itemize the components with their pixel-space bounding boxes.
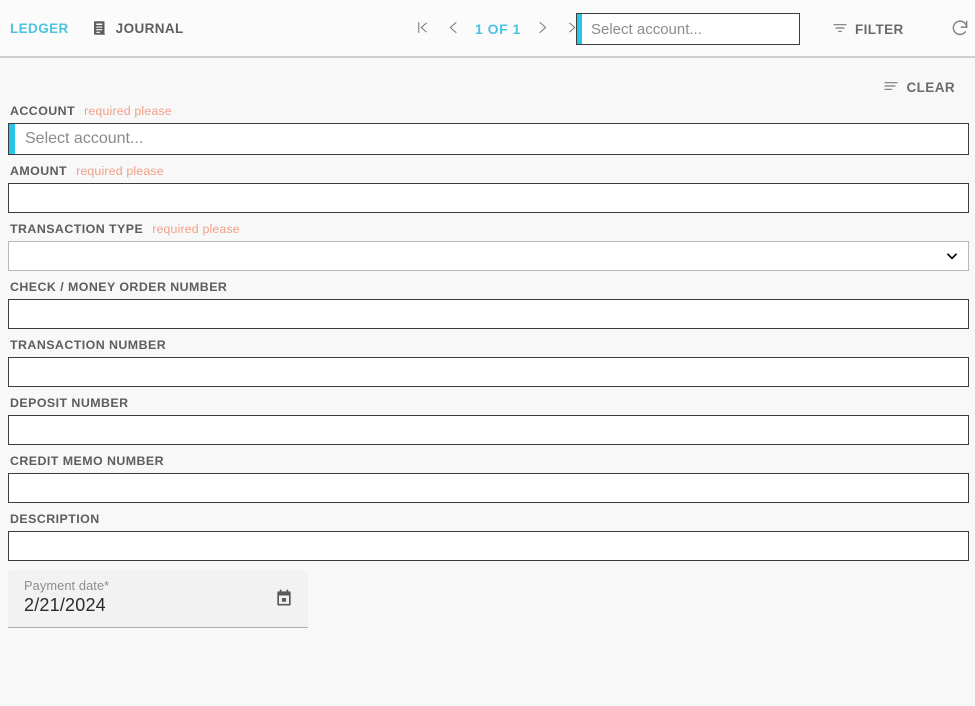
field-transaction-type: TRANSACTION TYPE required please <box>8 222 969 271</box>
header-controls: FILTER <box>576 0 975 58</box>
field-transaction-number: TRANSACTION NUMBER <box>8 338 969 387</box>
transaction-form: ACCOUNT required please AMOUNT required … <box>0 101 975 628</box>
field-amount: AMOUNT required please <box>8 164 969 213</box>
field-check-money-order-number-label-row: CHECK / MONEY ORDER NUMBER <box>8 280 969 294</box>
transaction-number-input[interactable] <box>8 357 969 387</box>
deposit-number-input[interactable] <box>8 415 969 445</box>
transaction-type-select-wrap <box>8 241 969 271</box>
field-deposit-number-label: DEPOSIT NUMBER <box>10 396 129 410</box>
amount-input[interactable] <box>8 183 969 213</box>
header-account-select[interactable] <box>576 13 800 45</box>
tab-journal-label: JOURNAL <box>115 20 184 36</box>
calendar-picker-button[interactable] <box>274 588 294 611</box>
payment-date-text: Payment date* 2/21/2024 <box>24 578 109 616</box>
filter-button[interactable]: FILTER <box>820 14 916 45</box>
payment-date-value[interactable]: 2/21/2024 <box>24 595 109 616</box>
tab-journal[interactable]: JOURNAL <box>89 15 186 41</box>
field-transaction-type-required: required please <box>152 222 240 236</box>
journal-icon <box>91 19 109 37</box>
chevron-right-icon[interactable] <box>528 18 557 40</box>
pager-label: 1 OF 1 <box>475 21 521 37</box>
record-pager: 1 OF 1 <box>408 0 588 58</box>
field-check-money-order-number: CHECK / MONEY ORDER NUMBER <box>8 280 969 329</box>
field-credit-memo-number: CREDIT MEMO NUMBER <box>8 454 969 503</box>
field-description: DESCRIPTION <box>8 512 969 561</box>
header-tabs: LEDGER JOURNAL <box>8 15 186 41</box>
account-select[interactable] <box>8 123 969 155</box>
field-check-money-order-number-label: CHECK / MONEY ORDER NUMBER <box>10 280 228 294</box>
field-account: ACCOUNT required please <box>8 104 969 155</box>
field-credit-memo-number-label-row: CREDIT MEMO NUMBER <box>8 454 969 468</box>
clear-list-icon <box>883 78 899 97</box>
field-credit-memo-number-label: CREDIT MEMO NUMBER <box>10 454 165 468</box>
tab-ledger[interactable]: LEDGER <box>8 17 71 40</box>
check-money-order-number-input[interactable] <box>8 299 969 329</box>
field-account-label-row: ACCOUNT required please <box>8 104 969 118</box>
app-header: LEDGER JOURNAL 1 OF 1 Select account... … <box>0 0 975 58</box>
field-amount-required: required please <box>76 164 164 178</box>
filter-button-label: FILTER <box>855 21 904 37</box>
refresh-button[interactable] <box>944 12 975 47</box>
description-input[interactable] <box>8 531 969 561</box>
transaction-type-select[interactable] <box>8 241 969 271</box>
field-transaction-number-label-row: TRANSACTION NUMBER <box>8 338 969 352</box>
field-transaction-type-label: TRANSACTION TYPE <box>10 222 144 236</box>
credit-memo-number-input[interactable] <box>8 473 969 503</box>
payment-date-label: Payment date* <box>24 578 110 593</box>
field-deposit-number-label-row: DEPOSIT NUMBER <box>8 396 969 410</box>
account-input[interactable] <box>9 124 968 154</box>
field-amount-label-row: AMOUNT required please <box>8 164 969 178</box>
chevron-left-icon[interactable] <box>439 18 468 40</box>
field-transaction-number-label: TRANSACTION NUMBER <box>10 338 167 352</box>
calendar-icon <box>274 588 294 611</box>
clear-button[interactable]: CLEAR <box>877 74 962 101</box>
field-account-label: ACCOUNT <box>10 104 76 118</box>
refresh-icon <box>950 18 970 41</box>
clear-button-label: CLEAR <box>906 80 955 95</box>
field-transaction-type-label-row: TRANSACTION TYPE required please <box>8 222 969 236</box>
tab-ledger-label: LEDGER <box>10 20 69 36</box>
header-account-input[interactable] <box>577 14 799 44</box>
clear-row: CLEAR <box>0 58 975 101</box>
first-page-icon[interactable] <box>408 18 437 40</box>
field-amount-label: AMOUNT <box>10 164 68 178</box>
field-account-required: required please <box>84 104 172 118</box>
field-description-label: DESCRIPTION <box>10 512 100 526</box>
payment-date-field[interactable]: Payment date* 2/21/2024 <box>8 570 308 628</box>
field-description-label-row: DESCRIPTION <box>8 512 969 526</box>
filter-icon <box>832 20 848 39</box>
field-deposit-number: DEPOSIT NUMBER <box>8 396 969 445</box>
